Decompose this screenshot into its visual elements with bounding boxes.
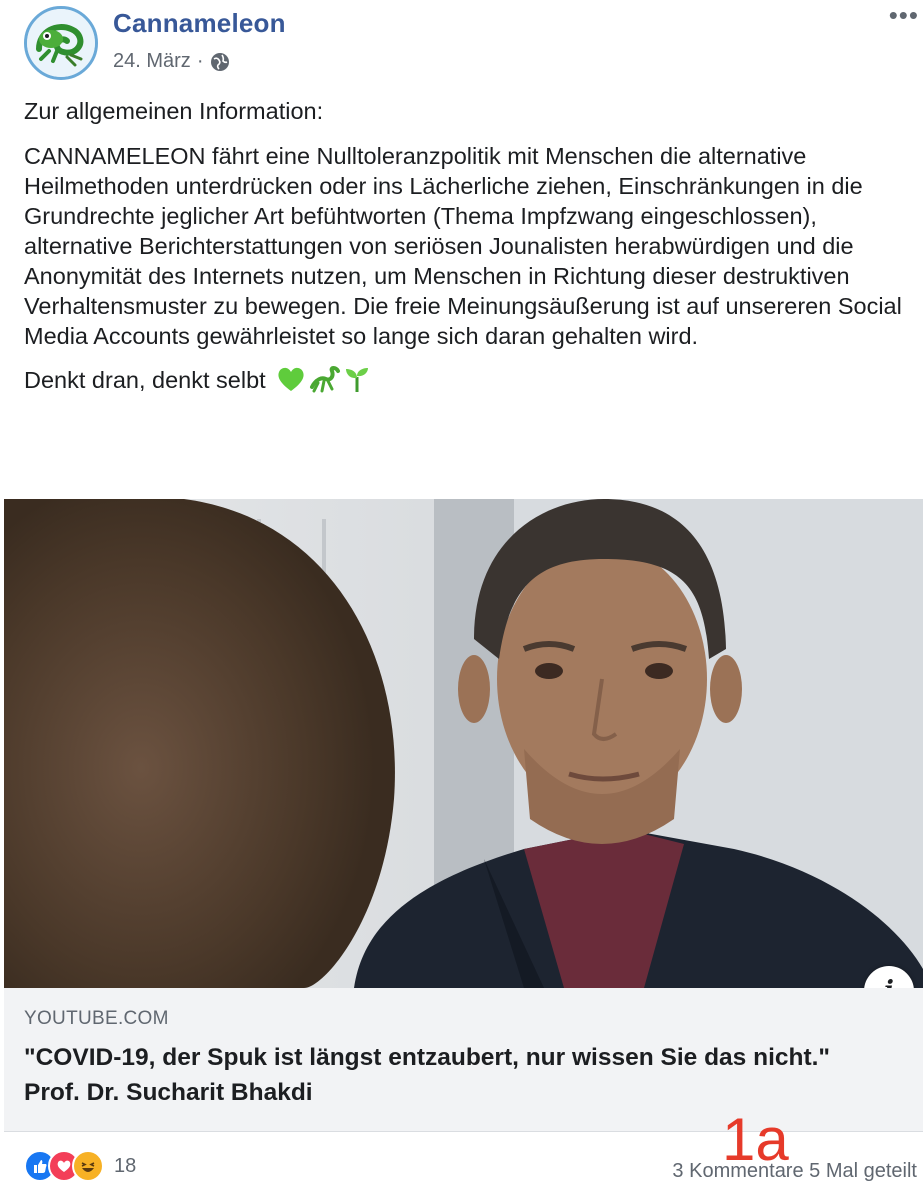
link-title[interactable]: "COVID-19, der Spuk ist längst entzauber… xyxy=(24,1040,884,1110)
post-header: Cannameleon 24. März · ••• xyxy=(0,0,923,92)
link-preview-image[interactable] xyxy=(4,499,923,988)
page-avatar[interactable] xyxy=(24,6,98,80)
reactions-summary[interactable]: 18 xyxy=(24,1150,136,1182)
heart-icon xyxy=(57,1160,71,1172)
more-options-button[interactable]: ••• xyxy=(889,2,919,28)
meta-separator: · xyxy=(196,50,204,72)
post-closing-text: Denkt dran, denkt selbt xyxy=(24,367,266,393)
page-name[interactable]: Cannameleon xyxy=(113,8,286,39)
green-heart-icon xyxy=(278,367,304,391)
post-paragraph: Zur allgemeinen Information: xyxy=(24,98,324,124)
emoji-row xyxy=(276,365,370,393)
post-meta: 24. März · xyxy=(113,50,231,73)
post-date[interactable]: 24. März xyxy=(113,50,191,73)
portrait-photo xyxy=(4,499,923,988)
post-paragraph-closing: Denkt dran, denkt selbt xyxy=(24,365,914,395)
chameleon-logo-icon xyxy=(27,9,95,77)
laughing-face-icon xyxy=(81,1162,95,1172)
post-paragraph: CANNAMELEON fährt eine Nulltoleranzpolit… xyxy=(24,143,902,349)
annotation-label: 1a xyxy=(722,1106,789,1173)
shares-count-link[interactable]: 5 Mal geteilt xyxy=(809,1160,917,1182)
haha-reaction-icon xyxy=(72,1150,104,1182)
globe-icon xyxy=(211,52,230,71)
post-text: Zur allgemeinen Information: CANNAMELEON… xyxy=(24,96,914,395)
link-domain: YOUTUBE.COM xyxy=(24,1008,169,1029)
seedling-icon xyxy=(346,368,369,392)
lizard-icon xyxy=(310,366,341,393)
thumbs-up-icon xyxy=(34,1160,47,1173)
engagement-stats: 3 Kommentare 5 Mal geteilt xyxy=(672,1160,917,1183)
reaction-count: 18 xyxy=(114,1154,137,1177)
